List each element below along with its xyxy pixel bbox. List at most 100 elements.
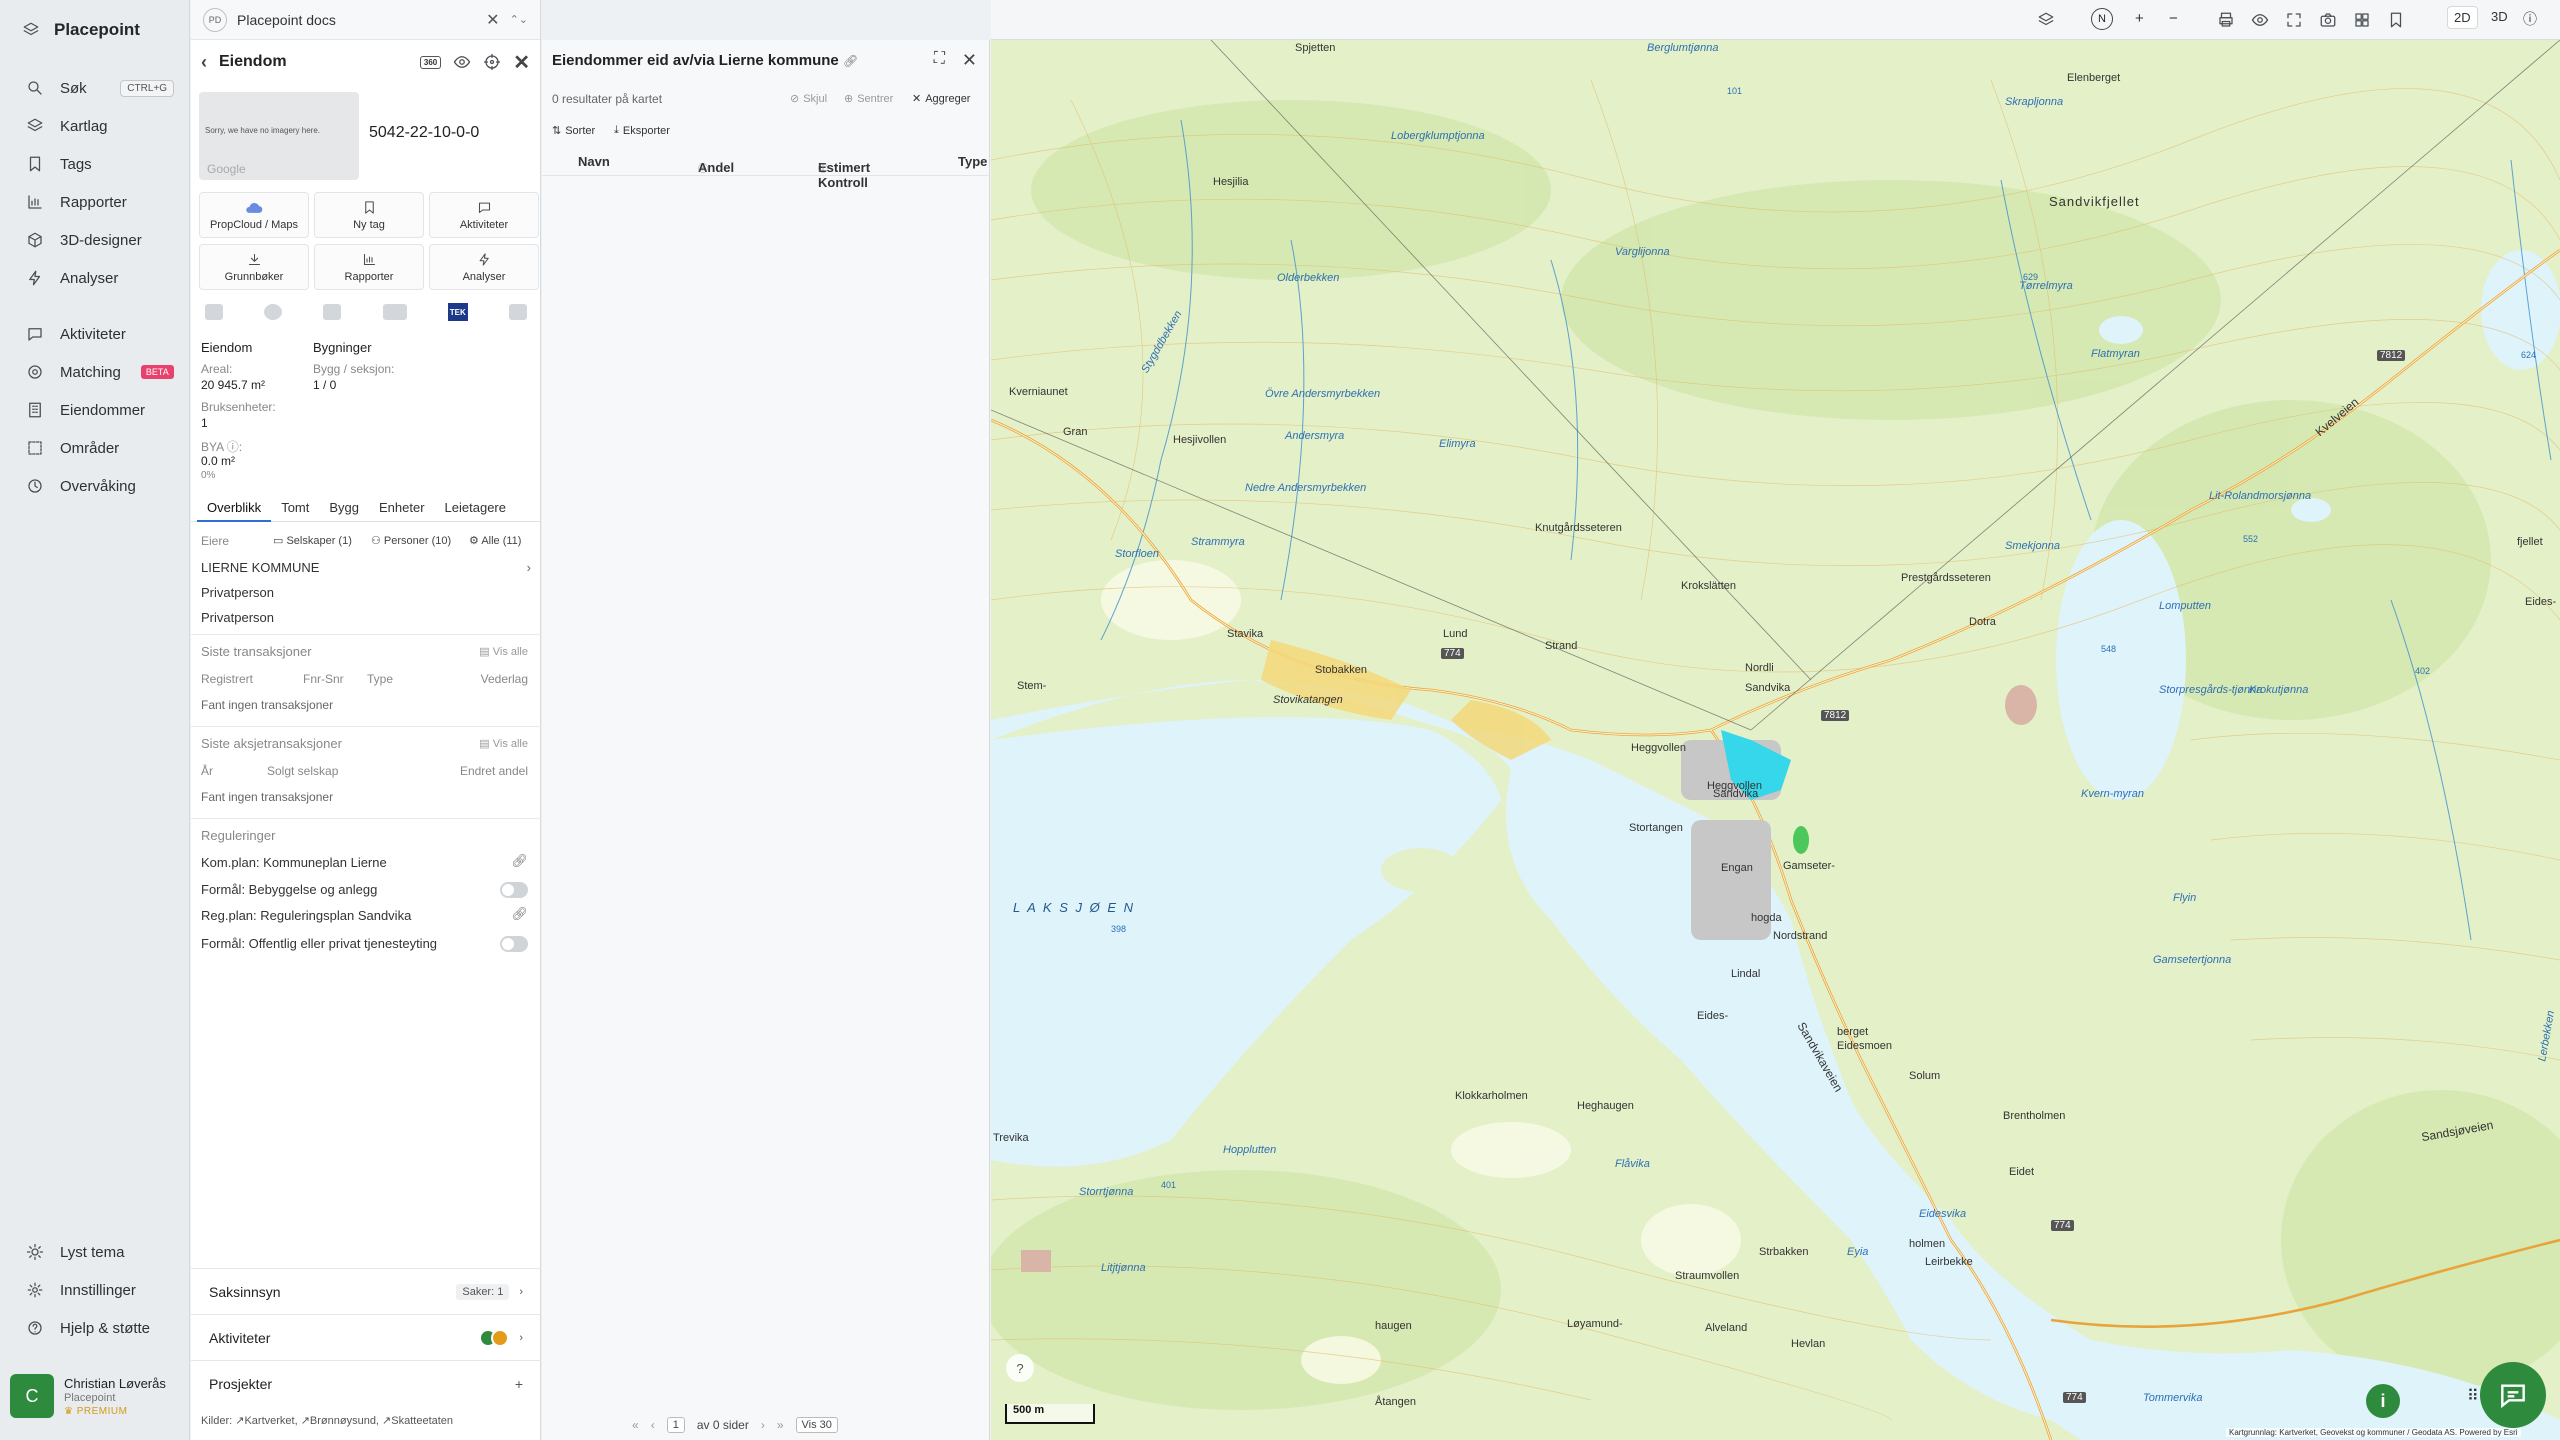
help-icon[interactable]: ?: [1006, 1354, 1034, 1382]
export-button[interactable]: ⤓ Eksporter: [614, 124, 670, 137]
print-icon[interactable]: [2217, 11, 2235, 29]
results-title: Eiendommer eid av/via Lierne kommune 🔗︎: [552, 52, 858, 69]
hide-button[interactable]: ⊘ Skjul: [790, 92, 827, 106]
table-icon: ▤: [479, 646, 493, 658]
eye-icon[interactable]: [2251, 11, 2269, 29]
app-brand[interactable]: Placepoint: [22, 20, 140, 40]
nav-eiendommer[interactable]: Eiendommer: [0, 392, 190, 428]
filter-selskaper[interactable]: ▭ Selskaper (1): [273, 534, 352, 547]
place-label: Hevlan: [1791, 1338, 1826, 1350]
share-transactions-vis-alle[interactable]: ▤ Vis alle: [479, 737, 528, 750]
nav-omrader[interactable]: Områder: [0, 430, 190, 466]
home-icon[interactable]: [508, 304, 527, 320]
fullscreen-icon[interactable]: [2285, 11, 2303, 29]
steps-icon[interactable]: [382, 304, 407, 320]
back-icon[interactable]: ‹: [201, 52, 207, 73]
aggregate-button[interactable]: ✕ Aggreger: [912, 92, 970, 106]
grunnboker-button[interactable]: Grunnbøker: [199, 244, 309, 290]
prosjekter-section[interactable]: Prosjekter +: [191, 1360, 541, 1406]
col-navn[interactable]: Navn: [578, 154, 610, 169]
next-page-icon[interactable]: ›: [761, 1418, 765, 1432]
compass-icon[interactable]: N: [2091, 8, 2113, 30]
drag-handle-icon[interactable]: ⠿: [2467, 1386, 2479, 1406]
export-label: Eksporter: [622, 124, 670, 137]
target-icon[interactable]: [483, 53, 501, 71]
chat-button[interactable]: [2480, 1362, 2546, 1428]
camera-icon[interactable]: [2319, 11, 2337, 29]
nav-lyst-tema[interactable]: Lyst tema: [0, 1234, 190, 1270]
topographic-map[interactable]: Spjetten Elenberget Hesjilia Sandvikfjel…: [991, 40, 2560, 1440]
nav-matching[interactable]: Matching BETA: [0, 354, 190, 390]
grid-icon[interactable]: [205, 304, 223, 320]
regulation-toggle[interactable]: [500, 882, 528, 898]
saksinnsyn-section[interactable]: Saksinnsyn Saker: 1 ›: [191, 1268, 541, 1314]
grid-icon[interactable]: [2353, 11, 2371, 29]
owner-row[interactable]: Privatperson: [201, 585, 274, 600]
info-icon[interactable]: ⓘ: [2523, 9, 2537, 29]
expand-icon[interactable]: ⛶: [934, 50, 945, 68]
center-button[interactable]: ⊕ Sentrer: [844, 92, 893, 106]
tab-enheter[interactable]: Enheter: [369, 496, 435, 522]
tree-icon[interactable]: [323, 304, 342, 320]
nav-overvaking[interactable]: Overvåking: [0, 468, 190, 504]
propcloud-button[interactable]: PropCloud / Maps: [199, 192, 309, 238]
aktiviteter-button[interactable]: Aktiviteter: [429, 192, 539, 238]
sort-button[interactable]: ⇅ Sorter: [552, 124, 595, 138]
zoom-out-icon[interactable]: −: [2169, 10, 2178, 27]
tab-leietagere[interactable]: Leietagere: [435, 496, 516, 522]
user-profile[interactable]: C Christian Løverås Placepoint ♛ PREMIUM: [10, 1368, 184, 1424]
close-icon[interactable]: ✕: [962, 50, 977, 71]
bookmark-icon[interactable]: [2387, 11, 2405, 29]
last-page-icon[interactable]: »: [777, 1418, 784, 1432]
chevron-updown-icon[interactable]: ⌃⌄: [510, 13, 528, 26]
add-icon[interactable]: +: [515, 1376, 523, 1392]
regulation-toggle[interactable]: [500, 936, 528, 952]
per-page-select[interactable]: Vis 30: [795, 1417, 838, 1433]
nav-analyser[interactable]: Analyser: [0, 260, 190, 296]
ny-tag-button[interactable]: Ny tag: [314, 192, 424, 238]
globe-icon[interactable]: [264, 304, 283, 320]
link-icon[interactable]: 🔗︎: [511, 853, 528, 869]
link-icon[interactable]: 🔗︎: [511, 906, 528, 922]
map-info-button[interactable]: i: [2366, 1384, 2400, 1418]
transactions-vis-alle[interactable]: ▤ Vis alle: [479, 645, 528, 658]
water-label: Nedre Andersmyrbekken: [1245, 482, 1367, 494]
nav-kartlag[interactable]: Kartlag: [0, 108, 190, 144]
col-type[interactable]: Type: [958, 154, 987, 169]
nav-aktiviteter[interactable]: Aktiviteter: [0, 316, 190, 352]
nav-tags[interactable]: Tags: [0, 146, 190, 182]
aktiviteter-section[interactable]: Aktiviteter ›: [191, 1314, 541, 1360]
nav-hjelp[interactable]: Hjelp & støtte: [0, 1310, 190, 1346]
analyser-button[interactable]: Analyser: [429, 244, 539, 290]
first-page-icon[interactable]: «: [632, 1418, 639, 1432]
view-360-icon[interactable]: 360: [419, 55, 442, 69]
tab-tomt[interactable]: Tomt: [271, 496, 319, 522]
close-icon[interactable]: ✕: [486, 10, 499, 30]
filter-alle[interactable]: ⚙ Alle (11): [469, 534, 521, 547]
page-input[interactable]: 1: [666, 1417, 685, 1433]
layers-stack-icon[interactable]: [2037, 11, 2055, 29]
street-view-image[interactable]: Sorry, we have no imagery here. Google: [199, 92, 359, 180]
zoom-in-icon[interactable]: +: [2135, 10, 2144, 27]
nav-3d-designer[interactable]: 3D-designer: [0, 222, 190, 258]
owner-row[interactable]: LIERNE KOMMUNE ›: [201, 560, 531, 575]
mode-3d-button[interactable]: 3D: [2491, 9, 2508, 24]
eye-icon[interactable]: [453, 53, 471, 71]
docs-title[interactable]: Placepoint docs: [237, 12, 336, 28]
filter-personer[interactable]: ⚇ Personer (10): [371, 534, 451, 547]
tek-icon[interactable]: TEK: [447, 303, 468, 321]
rapporter-button[interactable]: Rapporter: [314, 244, 424, 290]
prev-page-icon[interactable]: ‹: [651, 1418, 655, 1432]
nav-search[interactable]: Søk CTRL+G: [0, 70, 190, 106]
owner-row[interactable]: Privatperson: [201, 610, 274, 625]
water-label: Smekjonna: [2005, 540, 2061, 552]
nav-innstillinger[interactable]: Innstillinger: [0, 1272, 190, 1308]
nav-rapporter[interactable]: Rapporter: [0, 184, 190, 220]
tab-overblikk[interactable]: Overblikk: [197, 496, 272, 522]
tab-bygg[interactable]: Bygg: [319, 496, 369, 522]
chat-icon: [478, 202, 490, 213]
chat-icon: [2501, 1384, 2525, 1409]
link-icon[interactable]: 🔗︎: [843, 54, 858, 68]
mode-2d-button[interactable]: 2D: [2447, 6, 2478, 29]
close-icon[interactable]: ✕: [513, 50, 530, 75]
